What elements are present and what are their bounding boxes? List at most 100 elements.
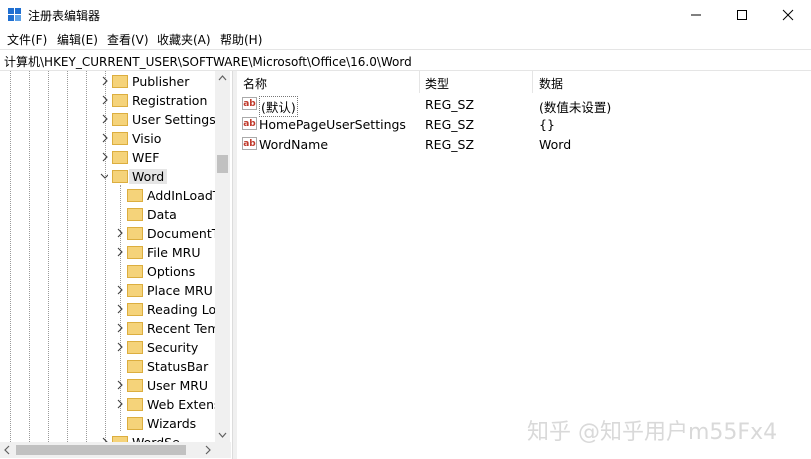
chevron-right-icon[interactable]: [115, 247, 123, 257]
scroll-thumb-horizontal[interactable]: [16, 445, 186, 455]
tree-vertical-scrollbar[interactable]: [215, 71, 230, 442]
tree-item[interactable]: Security: [0, 338, 215, 357]
folder-icon: [127, 379, 143, 392]
tree-item-label: DocumentTe: [147, 226, 225, 241]
folder-icon: [112, 170, 128, 183]
tree-item-label: Visio: [132, 131, 162, 146]
tree-item[interactable]: File MRU: [0, 243, 215, 262]
chevron-right-icon[interactable]: [100, 114, 108, 124]
menu-edit[interactable]: 编辑(E): [57, 31, 98, 48]
table-row[interactable]: ab WordName REG_SZ Word: [237, 134, 811, 154]
folder-icon: [112, 94, 128, 107]
window-title: 注册表编辑器: [28, 9, 101, 23]
maximize-button[interactable]: [719, 0, 765, 30]
folder-icon: [127, 189, 143, 202]
folder-icon: [112, 75, 128, 88]
chevron-right-icon[interactable]: [100, 133, 108, 143]
folder-icon: [112, 132, 128, 145]
folder-icon: [127, 265, 143, 278]
tree-item[interactable]: Publisher: [0, 72, 215, 91]
tree-item-label: Wizards: [147, 416, 197, 431]
folder-icon: [127, 341, 143, 354]
chevron-right-icon[interactable]: [115, 285, 123, 295]
tree-item[interactable]: DocumentTe: [0, 224, 225, 243]
chevron-down-icon[interactable]: [100, 171, 108, 181]
tree-item-label: User Settings: [132, 112, 216, 127]
address-path[interactable]: 计算机\HKEY_CURRENT_USER\SOFTWARE\Microsoft…: [4, 53, 412, 70]
registry-editor-icon: [8, 8, 21, 21]
title-bar[interactable]: 注册表编辑器: [0, 0, 811, 30]
tree-item-label: Reading Loc: [147, 302, 223, 317]
menu-bar: 文件(F) 编辑(E) 查看(V) 收藏夹(A) 帮助(H): [0, 30, 811, 48]
chevron-right-icon[interactable]: [115, 342, 123, 352]
column-header-type[interactable]: 类型: [420, 71, 532, 93]
folder-icon: [127, 227, 143, 240]
chevron-right-icon[interactable]: [115, 304, 123, 314]
value-type: REG_SZ: [425, 97, 475, 112]
minimize-button[interactable]: [673, 0, 719, 30]
tree-item[interactable]: WEF: [0, 148, 215, 167]
chevron-right-icon[interactable]: [100, 76, 108, 86]
tree-item-label: Security: [147, 340, 199, 355]
tree-item[interactable]: User MRU: [0, 376, 215, 395]
tree-item-label: File MRU: [147, 245, 201, 260]
folder-icon: [127, 246, 143, 259]
column-header-name[interactable]: 名称: [237, 71, 420, 93]
value-type: REG_SZ: [425, 137, 475, 152]
tree-item-label: StatusBar: [147, 359, 209, 374]
tree-item[interactable]: User Settings: [0, 110, 216, 129]
menu-view[interactable]: 查看(V): [107, 31, 149, 48]
chevron-right-icon[interactable]: [115, 323, 123, 333]
value-data: Word: [539, 137, 572, 152]
folder-icon: [112, 151, 128, 164]
key-tree[interactable]: Publisher Registration User Settings Visio W…: [0, 71, 231, 442]
string-value-icon: ab: [242, 117, 257, 130]
tree-item[interactable]: Wizards: [0, 414, 215, 433]
chevron-right-icon[interactable]: [115, 380, 123, 390]
string-value-icon: ab: [242, 137, 257, 150]
menu-file[interactable]: 文件(F): [7, 31, 47, 48]
value-type: REG_SZ: [425, 117, 475, 132]
close-button[interactable]: [765, 0, 811, 30]
tree-item[interactable]: Visio: [0, 129, 215, 148]
tree-item[interactable]: WordSe: [0, 433, 215, 442]
table-row[interactable]: ab HomePageUserSettings REG_SZ {}: [237, 114, 811, 134]
folder-icon: [112, 113, 128, 126]
string-value-icon: ab: [242, 97, 257, 110]
tree-item[interactable]: Recent Temp: [0, 319, 228, 338]
scroll-right-icon[interactable]: [200, 442, 215, 458]
folder-icon: [127, 360, 143, 373]
table-row[interactable]: ab (默认) REG_SZ (数值未设置): [237, 94, 811, 117]
tree-item-label: AddInLoadT: [147, 188, 221, 203]
tree-item-label: WEF: [132, 150, 160, 165]
tree-item[interactable]: Web Extensi: [0, 395, 224, 414]
column-header-data[interactable]: 数据: [533, 71, 811, 93]
scroll-thumb[interactable]: [217, 155, 228, 173]
chevron-right-icon[interactable]: [100, 95, 108, 105]
menu-help[interactable]: 帮助(H): [220, 31, 262, 48]
value-list[interactable]: 名称 类型 数据 ab (默认) REG_SZ (数值未设置) ab HomeP…: [237, 71, 811, 459]
tree-item-label: Publisher: [132, 74, 190, 89]
tree-item[interactable]: Word: [0, 167, 215, 186]
chevron-right-icon[interactable]: [100, 152, 108, 162]
menu-favorites[interactable]: 收藏夹(A): [157, 31, 211, 48]
chevron-right-icon[interactable]: [115, 228, 123, 238]
tree-item-label: WordSe: [132, 435, 180, 442]
folder-icon: [127, 398, 143, 411]
tree-item[interactable]: StatusBar: [0, 357, 215, 376]
address-bar[interactable]: 计算机\HKEY_CURRENT_USER\SOFTWARE\Microsoft…: [0, 49, 811, 71]
chevron-right-icon[interactable]: [115, 399, 123, 409]
tree-item[interactable]: Registration: [0, 91, 215, 110]
value-name: WordName: [259, 137, 329, 152]
scroll-down-icon[interactable]: [215, 427, 230, 442]
tree-horizontal-scrollbar[interactable]: [0, 442, 231, 458]
tree-item[interactable]: Place MRU: [0, 281, 215, 300]
scroll-left-icon[interactable]: [0, 442, 15, 458]
tree-item[interactable]: Options: [0, 262, 215, 281]
tree-item[interactable]: Data: [0, 205, 215, 224]
maximize-icon: [737, 10, 747, 20]
folder-icon: [127, 208, 143, 221]
scroll-up-icon[interactable]: [215, 71, 230, 86]
tree-item[interactable]: Reading Loc: [0, 300, 223, 319]
tree-item[interactable]: AddInLoadT: [0, 186, 220, 205]
